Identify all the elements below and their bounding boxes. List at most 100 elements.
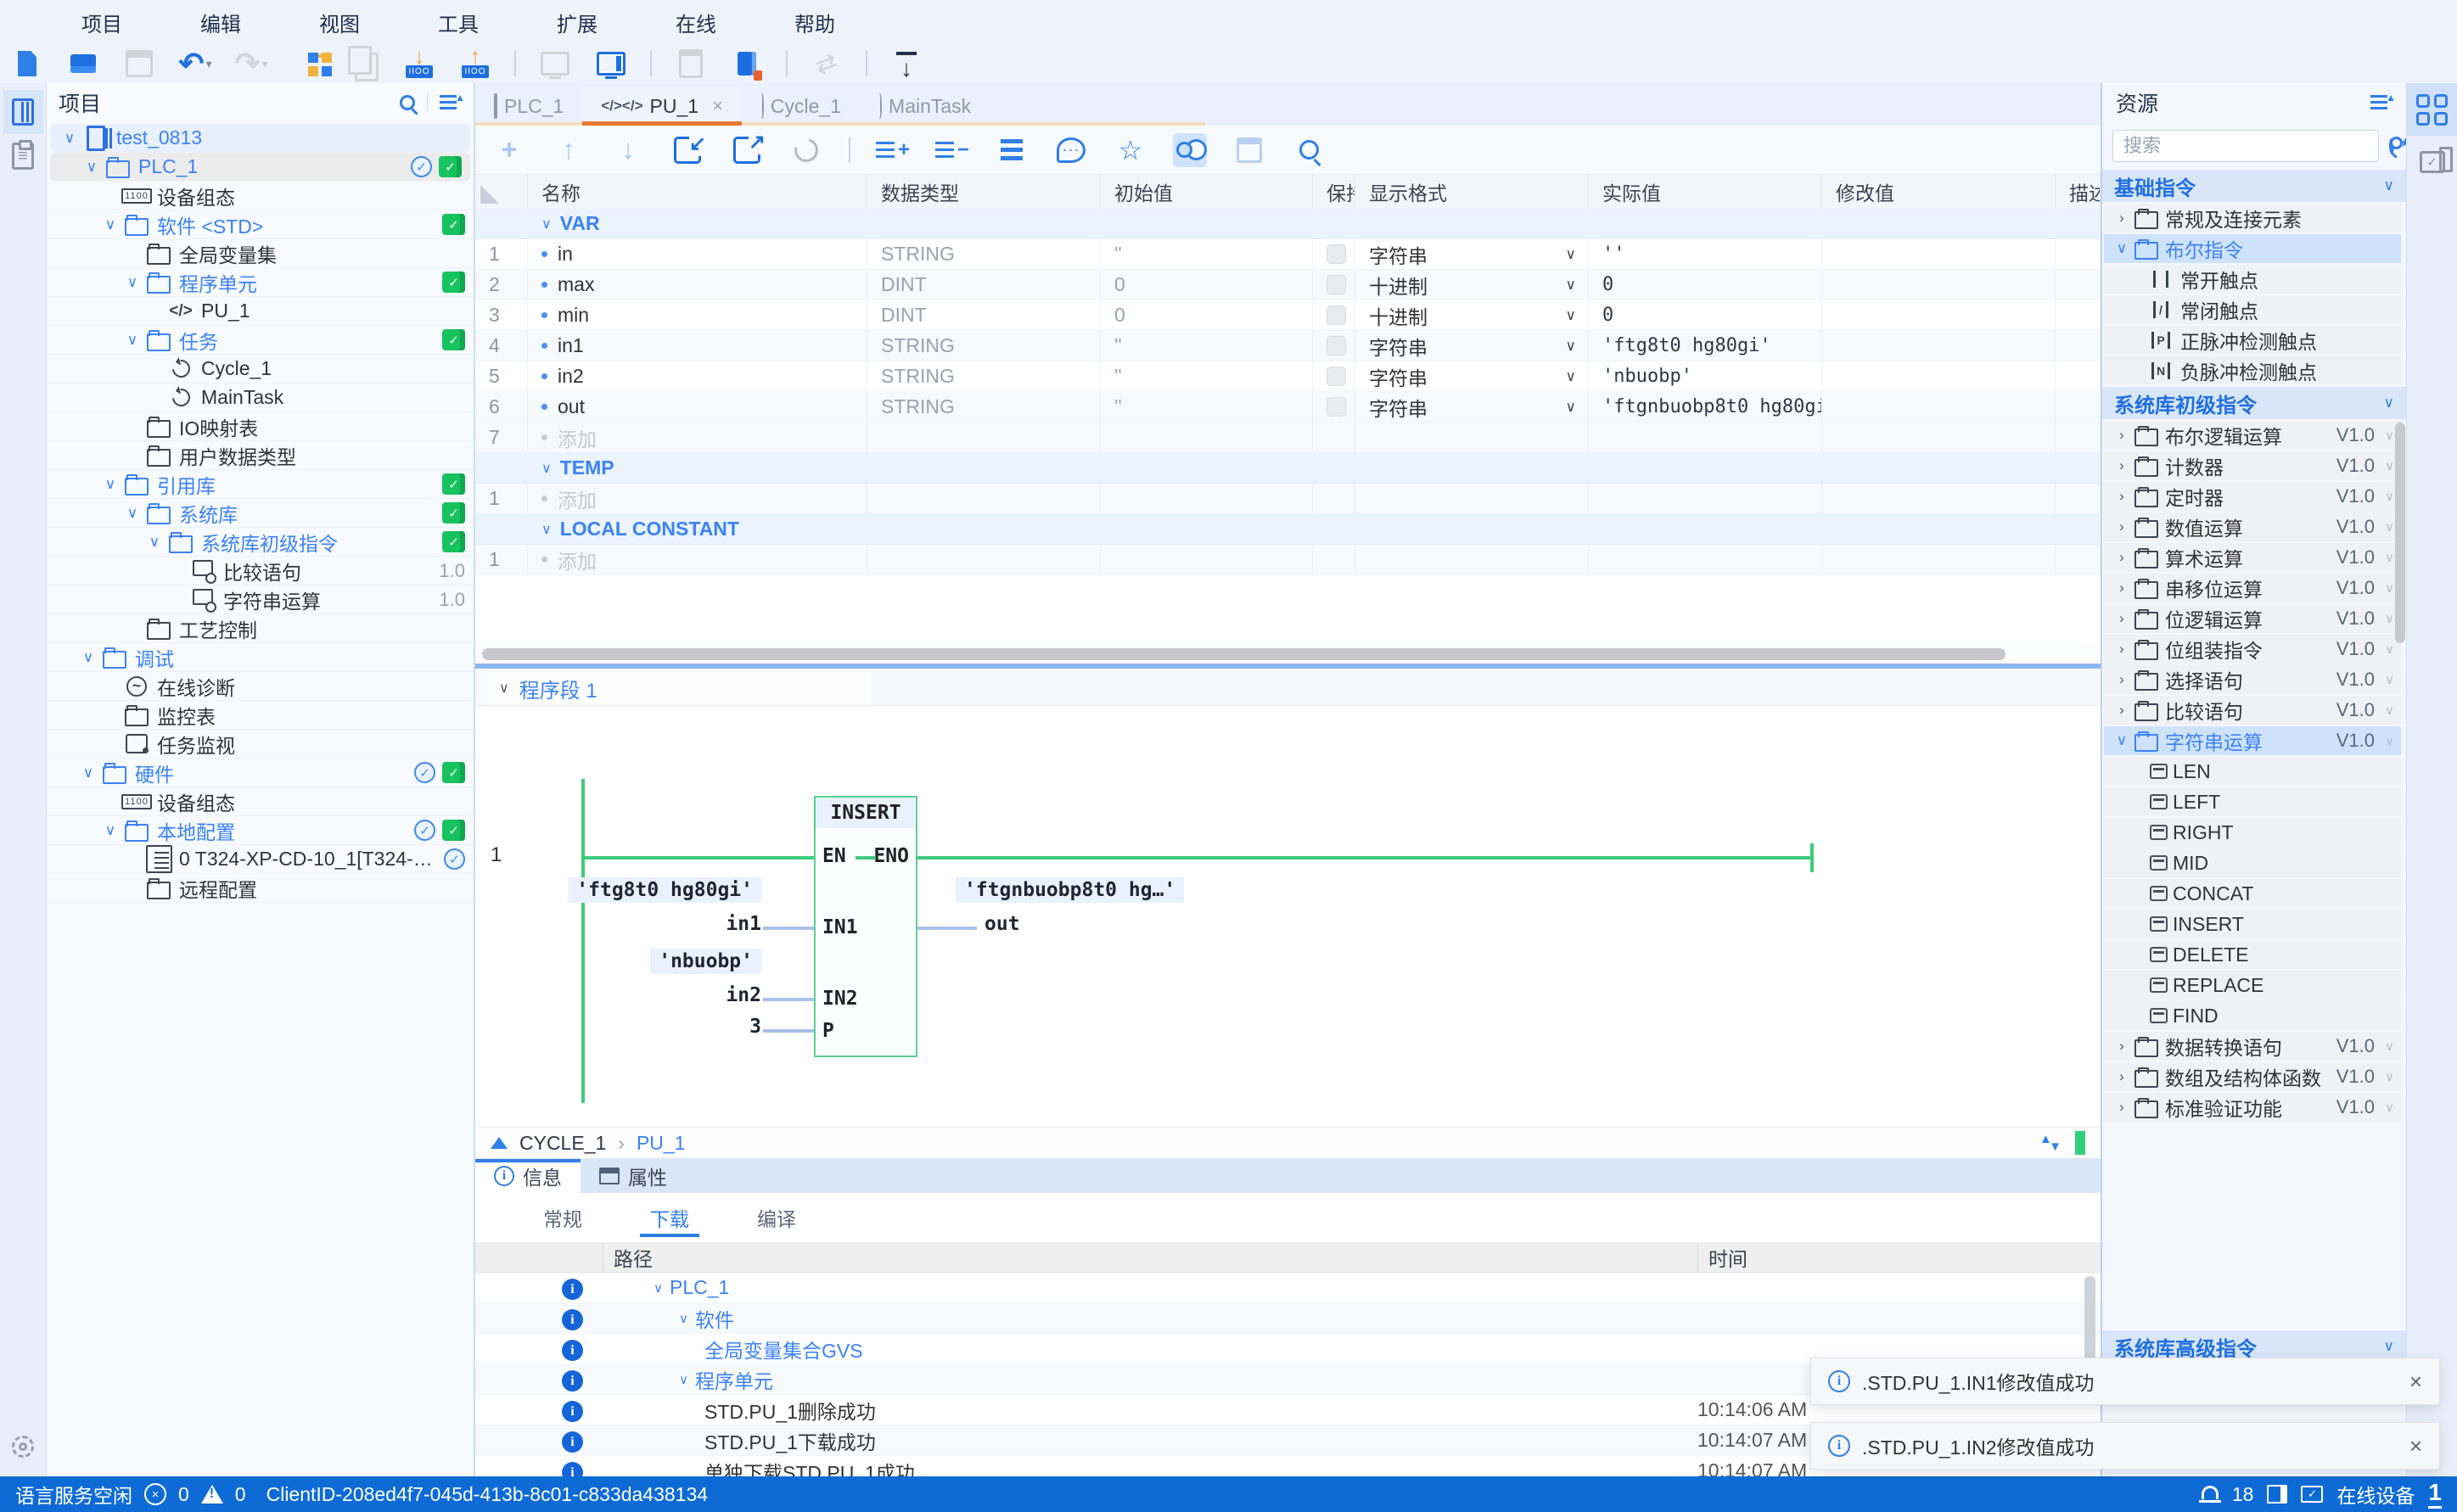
- modify-value[interactable]: [1822, 361, 2056, 391]
- tree-item[interactable]: 0 T324-XP-CD-10_1[T324-XP-CD-10] ✓: [47, 845, 474, 874]
- notifications-bell-icon[interactable]: [2202, 1486, 2219, 1499]
- search-icon[interactable]: [400, 95, 415, 110]
- tree-item[interactable]: Cycle_1: [47, 355, 474, 384]
- online-device-count[interactable]: 1: [2428, 1481, 2442, 1509]
- download-to-device-icon[interactable]: [402, 47, 436, 81]
- tree-item[interactable]: 在线诊断: [47, 672, 474, 701]
- menu-item[interactable]: 编辑: [161, 8, 280, 37]
- log-row[interactable]: i ∨ 软件: [475, 1303, 2101, 1334]
- resource-item[interactable]: › 位组装指令 V1.0 ∨: [2104, 635, 2401, 664]
- online-device-icon[interactable]: [2301, 1486, 2323, 1503]
- variable-type[interactable]: STRING: [867, 361, 1101, 391]
- import-icon[interactable]: [670, 133, 704, 167]
- info-subtab[interactable]: 编译: [723, 1193, 830, 1242]
- tree-item[interactable]: IO映射表: [47, 412, 474, 441]
- add-variable-row[interactable]: 7 添加: [475, 423, 2101, 453]
- resource-item[interactable]: LEN: [2104, 757, 2401, 786]
- variable-row[interactable]: 1 in STRING '' 字符串∨ '': [475, 239, 2101, 270]
- initial-value[interactable]: '': [1101, 331, 1313, 361]
- resource-item[interactable]: › 选择语句 V1.0 ∨: [2104, 665, 2401, 694]
- upload-from-device-icon[interactable]: [458, 47, 492, 81]
- resource-item[interactable]: › 布尔逻辑运算 V1.0 ∨: [2104, 421, 2401, 450]
- favorite-icon[interactable]: [1114, 133, 1147, 167]
- resource-item[interactable]: › 常规及连接元素: [2104, 204, 2401, 232]
- display-format-select[interactable]: 十进制∨: [1355, 300, 1589, 330]
- tree-item[interactable]: 全局变量集: [47, 239, 474, 268]
- retain-checkbox[interactable]: [1327, 397, 1346, 417]
- operand-p-value[interactable]: 3: [749, 1016, 761, 1038]
- tree-item[interactable]: ∨ 硬件 ✓ ✓: [47, 759, 474, 787]
- operand-in1-name[interactable]: in1: [726, 913, 761, 935]
- description[interactable]: [2056, 361, 2101, 391]
- save-values-icon[interactable]: [1232, 133, 1266, 167]
- sort-download-icon[interactable]: [889, 47, 923, 81]
- breadcrumb-task[interactable]: CYCLE_1: [519, 1132, 606, 1155]
- tree-item[interactable]: ∨ 本地配置 ✓ ✓: [47, 816, 474, 845]
- menu-item[interactable]: 项目: [42, 8, 161, 37]
- error-count-icon[interactable]: ×: [144, 1483, 166, 1505]
- close-icon[interactable]: ×: [2409, 1433, 2422, 1459]
- sort-filter-icon[interactable]: [440, 93, 462, 112]
- resource-item[interactable]: DELETE: [2104, 940, 2401, 969]
- tree-item[interactable]: ∨ PLC_1 ✓ ✓: [50, 153, 470, 182]
- menu-item[interactable]: 帮助: [755, 8, 874, 37]
- retain-checkbox[interactable]: [1327, 244, 1346, 264]
- retain-checkbox[interactable]: [1327, 305, 1346, 325]
- resource-item[interactable]: › 标准验证功能 V1.0 ∨: [2104, 1093, 2401, 1122]
- operand-in1-value[interactable]: 'ftg8t0 hg80gi': [568, 877, 761, 903]
- variable-row[interactable]: 5 in2 STRING '' 字符串∨ 'nbuobp': [475, 361, 2101, 392]
- tree-item[interactable]: 用户数据类型: [47, 441, 474, 470]
- modify-value[interactable]: [1822, 300, 2056, 330]
- undo-icon[interactable]: [178, 47, 212, 81]
- move-down-icon[interactable]: [611, 133, 645, 167]
- toast-notification[interactable]: i .STD.PU_1.IN2修改值成功 ×: [1810, 1422, 2440, 1470]
- resource-item[interactable]: › 算术运算 V1.0 ∨: [2104, 543, 2401, 572]
- initial-value[interactable]: 0: [1101, 300, 1313, 330]
- modify-value[interactable]: [1822, 331, 2056, 361]
- resource-item[interactable]: 常开触点: [2104, 265, 2401, 294]
- resource-item[interactable]: › 计数器 V1.0 ∨: [2104, 451, 2401, 480]
- modify-value[interactable]: [1822, 270, 2056, 300]
- section-system-lib-basic[interactable]: 系统库初级指令∨: [2102, 387, 2406, 419]
- data-card-icon[interactable]: [674, 47, 708, 81]
- retain-checkbox[interactable]: [1327, 336, 1346, 356]
- chevron-down-icon[interactable]: ∨: [679, 1372, 688, 1387]
- tree-item[interactable]: ∨ 程序单元 ✓: [47, 268, 474, 297]
- variable-type[interactable]: DINT: [867, 270, 1101, 300]
- resource-item[interactable]: CONCAT: [2104, 879, 2401, 908]
- resource-item[interactable]: RIGHT: [2104, 818, 2401, 847]
- resources-grid-button[interactable]: [2407, 83, 2457, 136]
- add-variable-row[interactable]: 1 添加: [475, 484, 2101, 514]
- display-format-select[interactable]: 字符串∨: [1355, 361, 1589, 391]
- tree-item[interactable]: 监控表: [47, 701, 474, 730]
- variable-row[interactable]: 4 in1 STRING '' 字符串∨ 'ftg8t0 hg80gi': [475, 331, 2101, 361]
- description[interactable]: [2056, 300, 2101, 330]
- var-group-header[interactable]: ∨VAR: [475, 209, 2101, 239]
- resource-item[interactable]: › 数组及结构体函数 V1.0 ∨: [2104, 1062, 2401, 1091]
- open-project-icon[interactable]: [66, 47, 100, 81]
- variable-type[interactable]: STRING: [867, 331, 1101, 361]
- resource-item[interactable]: › 比较语句 V1.0 ∨: [2104, 696, 2401, 725]
- display-format-select[interactable]: 字符串∨: [1355, 239, 1589, 269]
- tree-item[interactable]: ∨ 调试: [47, 643, 474, 672]
- row-display-icon[interactable]: [995, 133, 1029, 167]
- tree-item[interactable]: 工艺控制: [47, 614, 474, 643]
- actual-value[interactable]: 'ftgnbuobp8t0 hg80gi': [1589, 392, 1822, 422]
- scrollbar-thumb[interactable]: [482, 648, 2005, 660]
- sep-3-icon[interactable]: [786, 51, 788, 76]
- breadcrumb-program[interactable]: PU_1: [637, 1132, 686, 1155]
- editor-tab[interactable]: MainTask: [860, 87, 990, 126]
- editor-tab[interactable]: PLC_1: [475, 87, 582, 126]
- zoom-icon[interactable]: [1292, 133, 1326, 167]
- resource-item[interactable]: FIND: [2104, 1001, 2401, 1030]
- variable-row[interactable]: 2 max DINT 0 十进制∨ 0: [475, 270, 2101, 300]
- resource-item[interactable]: › 数据转换语句 V1.0 ∨: [2104, 1032, 2401, 1061]
- modify-value[interactable]: [1822, 239, 2056, 269]
- insert-function-block[interactable]: INSERT EN ENO IN1 IN2 P: [814, 796, 917, 1057]
- device-monitor-button[interactable]: [2407, 136, 2457, 188]
- tree-item[interactable]: 任务监视: [47, 730, 474, 759]
- add-variable-icon[interactable]: [492, 133, 526, 167]
- remote-monitor-icon[interactable]: [538, 47, 572, 81]
- display-format-select[interactable]: 十进制∨: [1355, 270, 1589, 300]
- tree-item[interactable]: 设备组态: [47, 182, 474, 210]
